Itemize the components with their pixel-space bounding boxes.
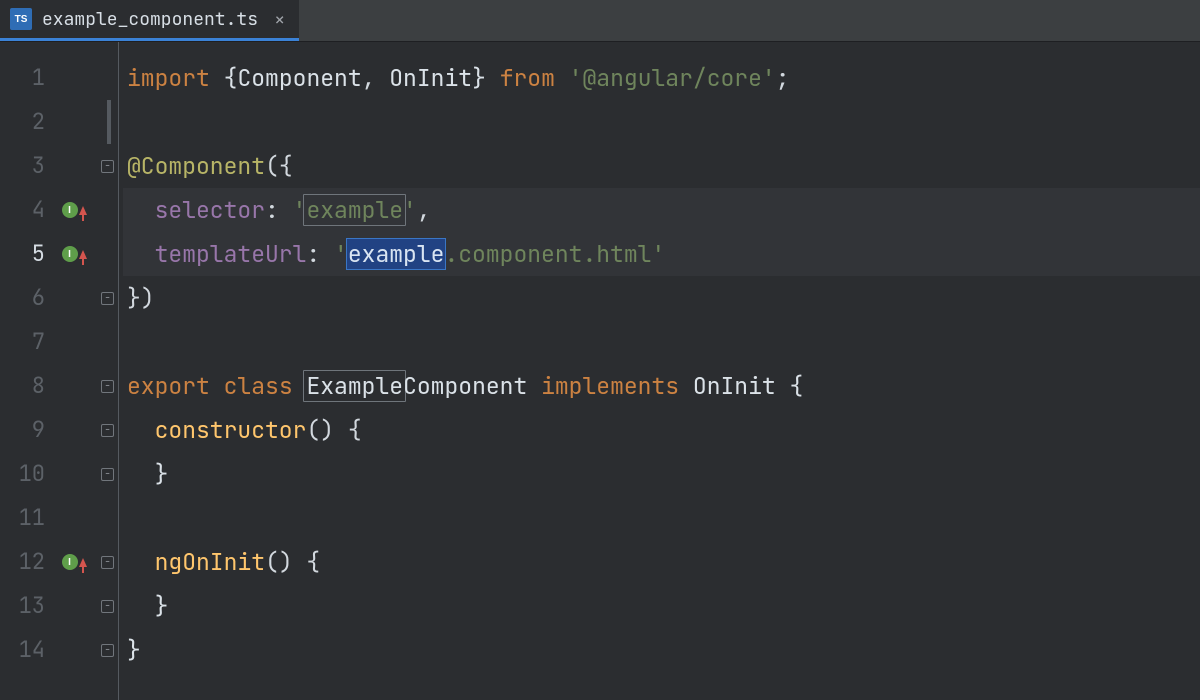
fold-toggle-icon[interactable] xyxy=(101,556,114,569)
line-number: 3 xyxy=(0,144,51,188)
code-line[interactable]: export class ExampleComponent implements… xyxy=(123,364,1200,408)
fold-toggle-icon[interactable] xyxy=(101,424,114,437)
line-number: 9 xyxy=(0,408,51,452)
fold-gutter xyxy=(97,42,119,700)
line-number: 2 xyxy=(0,100,51,144)
fold-toggle-icon[interactable] xyxy=(101,160,114,173)
line-number: 8 xyxy=(0,364,51,408)
code-line[interactable]: }) xyxy=(123,276,1200,320)
typescript-file-icon: TS xyxy=(10,8,32,30)
inlay-marker[interactable]: I xyxy=(51,540,97,584)
code-line[interactable]: @Component({ xyxy=(123,144,1200,188)
line-number: 1 xyxy=(0,56,51,100)
line-number: 4 xyxy=(0,188,51,232)
code-line[interactable] xyxy=(123,496,1200,540)
fold-toggle-icon[interactable] xyxy=(101,600,114,613)
tab-filename: example_component.ts xyxy=(42,8,258,31)
text-selection: example xyxy=(346,238,447,270)
line-number-gutter: 1 2 3 4 5 6 7 8 9 10 11 12 13 14 xyxy=(0,42,51,700)
line-number: 11 xyxy=(0,496,51,540)
code-line[interactable]: selector: 'example', xyxy=(123,188,1200,232)
fold-toggle-icon[interactable] xyxy=(101,468,114,481)
code-line[interactable]: } xyxy=(123,628,1200,672)
line-number: 13 xyxy=(0,584,51,628)
code-area[interactable]: import {Component, OnInit} from '@angula… xyxy=(119,42,1200,700)
code-line[interactable]: constructor() { xyxy=(123,408,1200,452)
line-number: 10 xyxy=(0,452,51,496)
inlay-marker[interactable]: I xyxy=(51,188,97,232)
code-editor[interactable]: 1 2 3 4 5 6 7 8 9 10 11 12 13 14 I I I xyxy=(0,42,1200,700)
code-line[interactable]: } xyxy=(123,452,1200,496)
code-line-current[interactable]: templateUrl: 'example.component.html' xyxy=(123,232,1200,276)
occurrence-highlight: example xyxy=(303,194,406,226)
marker-gutter: I I I xyxy=(51,42,97,700)
line-number: 12 xyxy=(0,540,51,584)
tab-bar: TS example_component.ts × xyxy=(0,0,1200,42)
line-number: 7 xyxy=(0,320,51,364)
code-line[interactable] xyxy=(123,100,1200,144)
code-line[interactable]: } xyxy=(123,584,1200,628)
fold-toggle-icon[interactable] xyxy=(101,380,114,393)
code-line[interactable]: import {Component, OnInit} from '@angula… xyxy=(123,56,1200,100)
fold-toggle-icon[interactable] xyxy=(101,644,114,657)
fold-toggle-icon[interactable] xyxy=(101,292,114,305)
close-tab-icon[interactable]: × xyxy=(274,7,285,32)
line-number-current: 5 xyxy=(0,232,51,276)
line-number: 14 xyxy=(0,628,51,672)
code-line[interactable]: ngOnInit() { xyxy=(123,540,1200,584)
code-line[interactable] xyxy=(123,320,1200,364)
file-tab[interactable]: TS example_component.ts × xyxy=(0,0,299,41)
occurrence-highlight: Example xyxy=(303,370,406,402)
inlay-marker[interactable]: I xyxy=(51,232,97,276)
line-number: 6 xyxy=(0,276,51,320)
